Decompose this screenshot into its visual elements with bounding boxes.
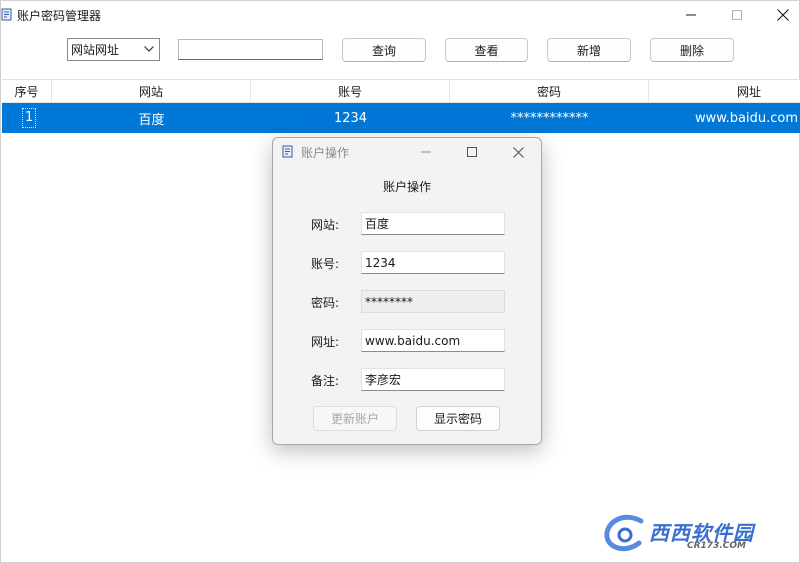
query-button[interactable]: 查询 (342, 38, 426, 62)
label-url: 网址: (311, 335, 340, 349)
cell-index: 1 (2, 103, 52, 133)
minimize-button[interactable] (668, 1, 714, 29)
password-field: ******** (361, 290, 505, 313)
close-icon (512, 146, 524, 158)
column-header-site[interactable]: 网站 (52, 80, 251, 103)
column-header-password[interactable]: 密码 (450, 80, 649, 103)
app-icon (1, 8, 12, 21)
dialog-app-icon (282, 145, 293, 158)
minimize-icon (686, 14, 696, 16)
close-button[interactable] (760, 1, 800, 29)
cell-index-value: 1 (22, 108, 37, 128)
cell-site: 百度 (138, 112, 165, 128)
maximize-icon (467, 147, 477, 157)
table-row[interactable]: 1 百度 1234 ************ www.baidu.com (2, 103, 800, 133)
cell-password: ************ (510, 110, 589, 126)
column-header-account[interactable]: 账号 (251, 80, 450, 103)
dialog-close-button[interactable] (495, 138, 541, 166)
minimize-icon (421, 151, 431, 153)
label-password: 密码: (311, 296, 340, 310)
table-header: 序号 网站 账号 密码 网址 (2, 79, 800, 103)
dialog-title-bar: 账户操作 (273, 138, 541, 166)
search-field-select[interactable]: 网站网址 (67, 38, 160, 61)
watermark-swirl-icon (604, 514, 644, 552)
title-bar: 账户密码管理器 (1, 1, 799, 29)
dialog-maximize-button[interactable] (449, 138, 495, 166)
label-remark: 备注: (311, 374, 340, 388)
column-header-index[interactable]: 序号 (2, 80, 52, 103)
remark-field[interactable]: 李彦宏 (361, 368, 505, 391)
watermark-logo: 西西软件园 CR173.COM (601, 513, 781, 553)
label-account: 账号: (311, 257, 340, 271)
update-account-button: 更新账户 (313, 406, 397, 431)
dialog-minimize-button[interactable] (403, 138, 449, 166)
window-title: 账户密码管理器 (17, 9, 102, 23)
chevron-down-icon (144, 46, 154, 52)
dialog-title: 账户操作 (301, 146, 350, 160)
search-input[interactable] (178, 39, 323, 60)
account-dialog: 账户操作 账户操作 网站: 百度 账号: 1234 密码: ******** 网… (272, 137, 542, 445)
url-field[interactable]: www.baidu.com (361, 329, 505, 352)
select-value: 网站网址 (71, 43, 120, 57)
view-button[interactable]: 查看 (445, 38, 528, 62)
dialog-heading: 账户操作 (382, 180, 431, 194)
cell-account: 1234 (333, 110, 368, 126)
cell-url: www.baidu.com (694, 110, 798, 126)
toolbar: 网站网址 查询 查看 新增 删除 (1, 29, 799, 77)
main-window: 账户密码管理器 网站网址 查询 查看 新增 删除 序号 网站 账号 密码 网址 (0, 0, 800, 563)
delete-button[interactable]: 删除 (650, 38, 734, 62)
watermark-subtext: CR173.COM (687, 541, 746, 551)
maximize-icon (732, 10, 742, 20)
site-field[interactable]: 百度 (361, 212, 505, 235)
label-site: 网站: (311, 218, 340, 232)
show-password-button[interactable]: 显示密码 (416, 406, 500, 431)
maximize-button[interactable] (714, 1, 760, 29)
add-button[interactable]: 新增 (547, 38, 631, 62)
account-field[interactable]: 1234 (361, 251, 505, 274)
close-icon (777, 9, 789, 21)
column-header-url[interactable]: 网址 (649, 80, 800, 103)
